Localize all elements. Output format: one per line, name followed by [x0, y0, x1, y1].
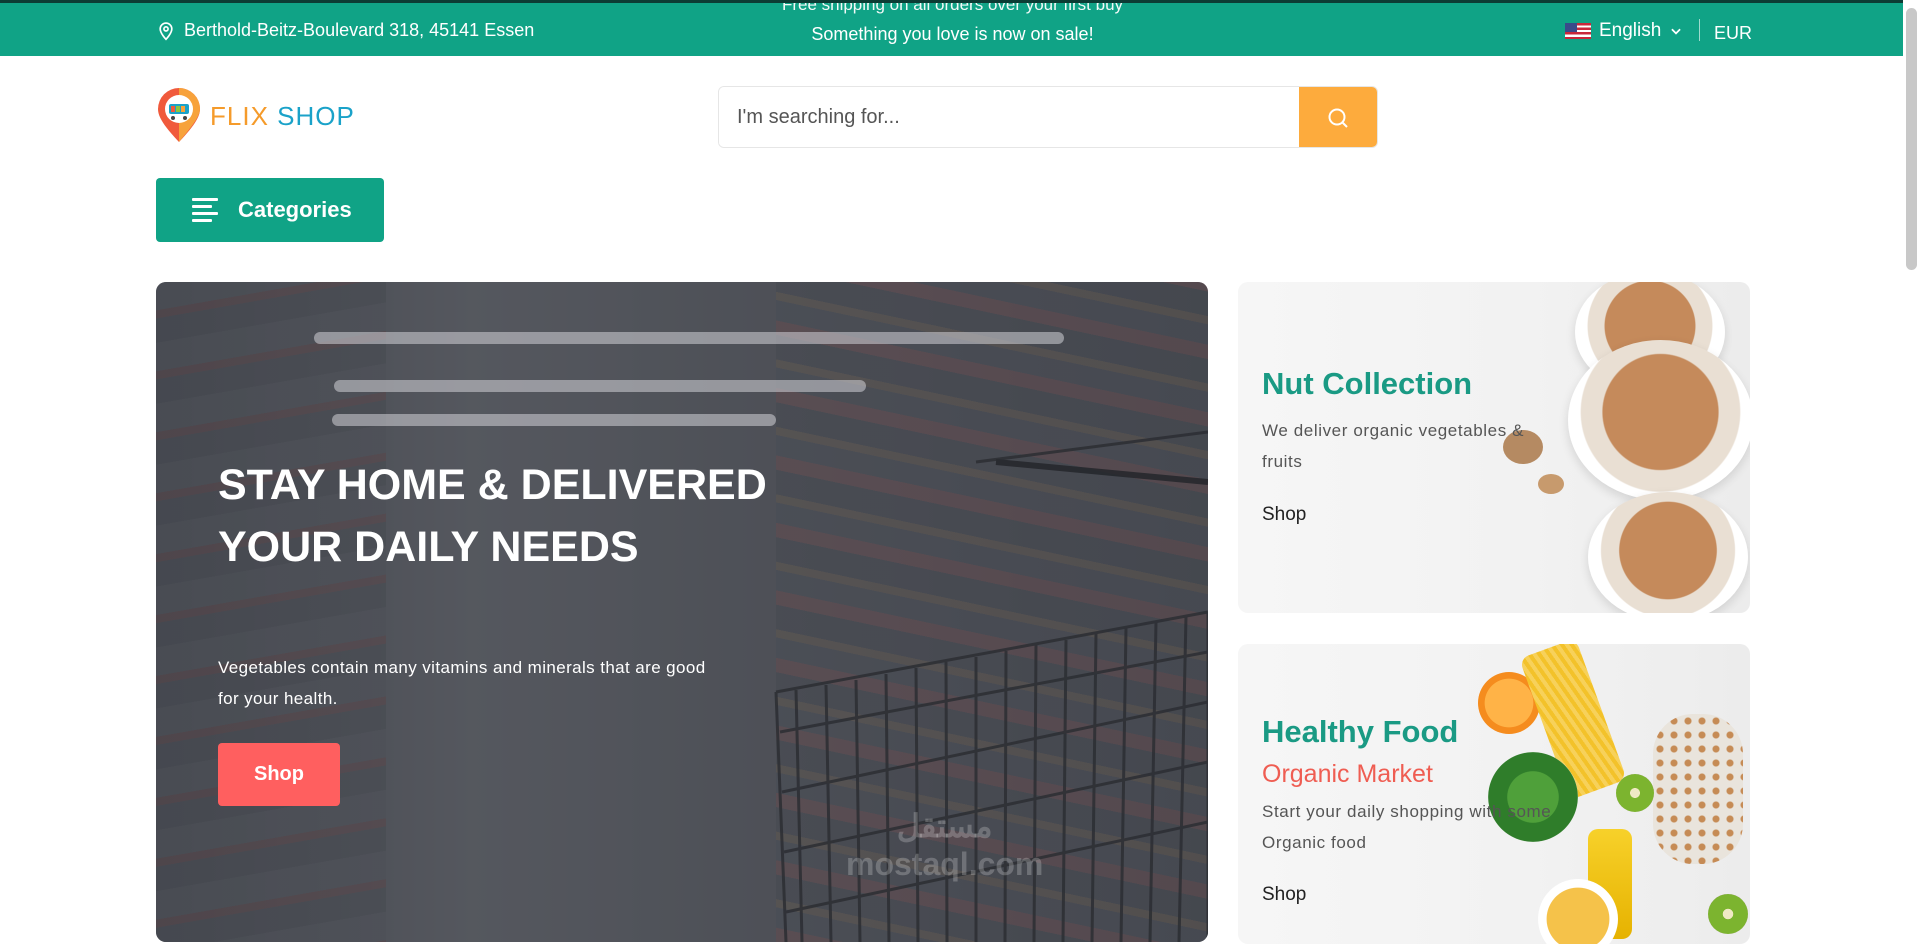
brand-name-part1: FLIX — [210, 100, 269, 131]
nut-bowl-image — [1568, 340, 1750, 500]
search-icon — [1328, 108, 1348, 128]
chickpea-bag-image — [1653, 714, 1743, 864]
nut-bowl-image — [1588, 492, 1748, 613]
watermark: مستقل mostaql.com — [846, 807, 1043, 883]
hero-shop-button[interactable]: Shop — [218, 743, 340, 806]
location-pin-icon — [159, 21, 173, 41]
page-scrollbar[interactable] — [1903, 0, 1920, 927]
promo-previous: Free shipping on all orders over your fi… — [781, 3, 1124, 14]
logo-pin-icon — [156, 88, 202, 144]
watermark-arabic: مستقل — [896, 808, 993, 844]
categories-button[interactable]: Categories — [156, 178, 384, 242]
promo-ticker: Free shipping on all orders over your fi… — [600, 3, 1305, 56]
search-input[interactable] — [719, 87, 1299, 147]
card-description: We deliver organic vegetables & fruits — [1262, 421, 1525, 471]
kiwi-image — [1616, 774, 1654, 812]
card-shop-link[interactable]: Shop — [1262, 884, 1306, 906]
categories-label: Categories — [238, 197, 352, 222]
promo-card-nut-collection[interactable]: Nut Collection We deliver organic vegeta… — [1238, 282, 1750, 613]
card-shop-link[interactable]: Shop — [1262, 504, 1306, 526]
currency-selector[interactable]: EUR — [1714, 23, 1752, 44]
us-flag-icon — [1565, 23, 1591, 39]
watermark-url: mostaql.com — [846, 846, 1044, 882]
language-label: English — [1599, 20, 1662, 41]
brand-name: FLIX SHOP — [210, 101, 355, 132]
promo-card-healthy-food[interactable]: Healthy Food Organic Market Start your d… — [1238, 644, 1750, 944]
hero-heading: STAY HOME & DELIVERED YOUR DAILY NEEDS — [218, 461, 767, 571]
address: Berthold-Beitz-Boulevard 318, 45141 Esse… — [156, 20, 534, 41]
search-bar — [718, 86, 1378, 148]
divider — [1699, 19, 1700, 41]
card-title: Healthy Food — [1262, 714, 1459, 749]
brand-name-part2: SHOP — [277, 100, 355, 131]
card-title: Nut Collection — [1262, 366, 1473, 401]
top-bar: Berthold-Beitz-Boulevard 318, 45141 Esse… — [0, 0, 1920, 56]
hero-banner: STAY HOME & DELIVERED YOUR DAILY NEEDS V… — [156, 282, 1208, 942]
kiwi-image — [1708, 894, 1748, 934]
scrollbar-thumb[interactable] — [1906, 8, 1917, 270]
language-selector[interactable]: English — [1565, 20, 1683, 42]
search-button[interactable] — [1299, 87, 1377, 147]
hero-text: Vegetables contain many vitamins and min… — [218, 658, 706, 708]
logo[interactable]: FLIX SHOP — [156, 88, 355, 144]
card-subtitle: Organic Market — [1262, 760, 1433, 788]
promo-text: Something you love is now on sale! — [811, 24, 1094, 44]
menu-icon — [192, 194, 218, 226]
nut-image — [1538, 474, 1564, 494]
card-description: Start your daily shopping with some Orga… — [1262, 802, 1552, 852]
address-text: Berthold-Beitz-Boulevard 318, 45141 Esse… — [184, 20, 535, 40]
chevron-down-icon — [1671, 28, 1682, 35]
